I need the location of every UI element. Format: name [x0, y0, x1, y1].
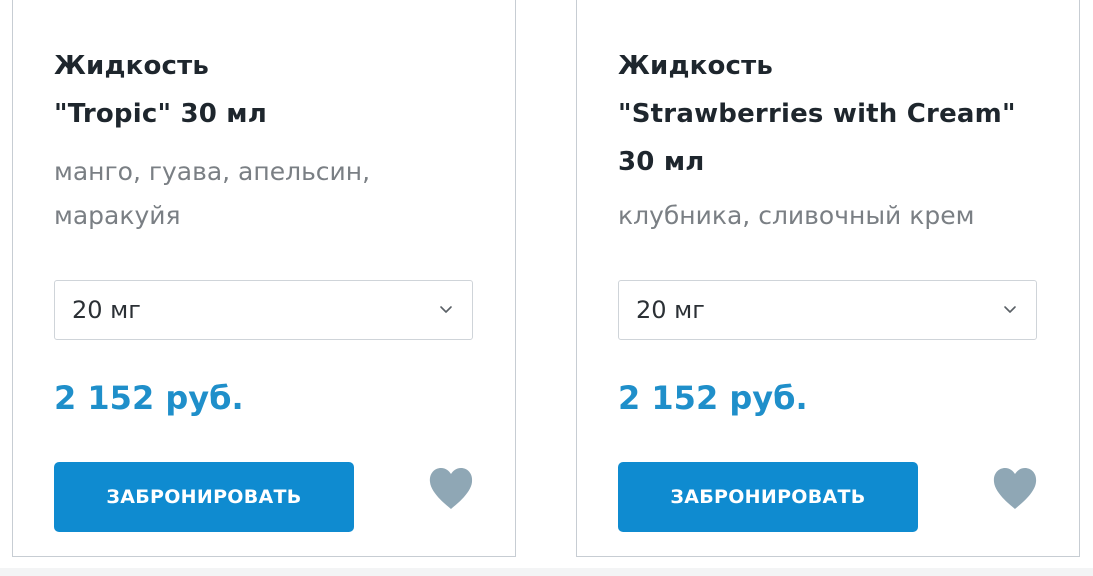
- product-title-line: "Tropic" 30 мл: [54, 99, 267, 129]
- chevron-down-icon: [1004, 306, 1016, 313]
- product-title[interactable]: Жидкость "Strawberries with Cream" 30 мл: [618, 42, 1048, 186]
- heart-icon[interactable]: [991, 466, 1039, 512]
- heart-icon[interactable]: [427, 466, 475, 512]
- product-title-line: 30 мл: [618, 147, 705, 177]
- product-card: Жидкость "Strawberries with Cream" 30 мл…: [576, 0, 1080, 557]
- strength-select[interactable]: 20 мг: [54, 280, 473, 340]
- product-description: клубника, сливочный крем: [618, 194, 1048, 238]
- product-description: манго, гуава, апельсин, маракуйя: [54, 150, 484, 238]
- product-title-line: "Strawberries with Cream": [618, 99, 1016, 129]
- product-description-line: манго, гуава, апельсин,: [54, 157, 371, 186]
- book-button[interactable]: ЗАБРОНИРОВАТЬ: [54, 462, 354, 532]
- page-bottom-divider: [0, 568, 1093, 576]
- product-price: 2 152 руб.: [54, 379, 244, 417]
- product-title[interactable]: Жидкость "Tropic" 30 мл: [54, 42, 484, 138]
- strength-select-value: 20 мг: [72, 296, 141, 324]
- product-description-line: маракуйя: [54, 201, 181, 230]
- product-card: Жидкость "Tropic" 30 мл манго, гуава, ап…: [12, 0, 516, 557]
- product-title-line: Жидкость: [54, 51, 210, 81]
- book-button[interactable]: ЗАБРОНИРОВАТЬ: [618, 462, 918, 532]
- strength-select-value: 20 мг: [636, 296, 705, 324]
- chevron-down-icon: [440, 306, 452, 313]
- strength-select[interactable]: 20 мг: [618, 280, 1037, 340]
- product-title-line: Жидкость: [618, 51, 774, 81]
- product-price: 2 152 руб.: [618, 379, 808, 417]
- product-description-line: клубника, сливочный крем: [618, 201, 975, 230]
